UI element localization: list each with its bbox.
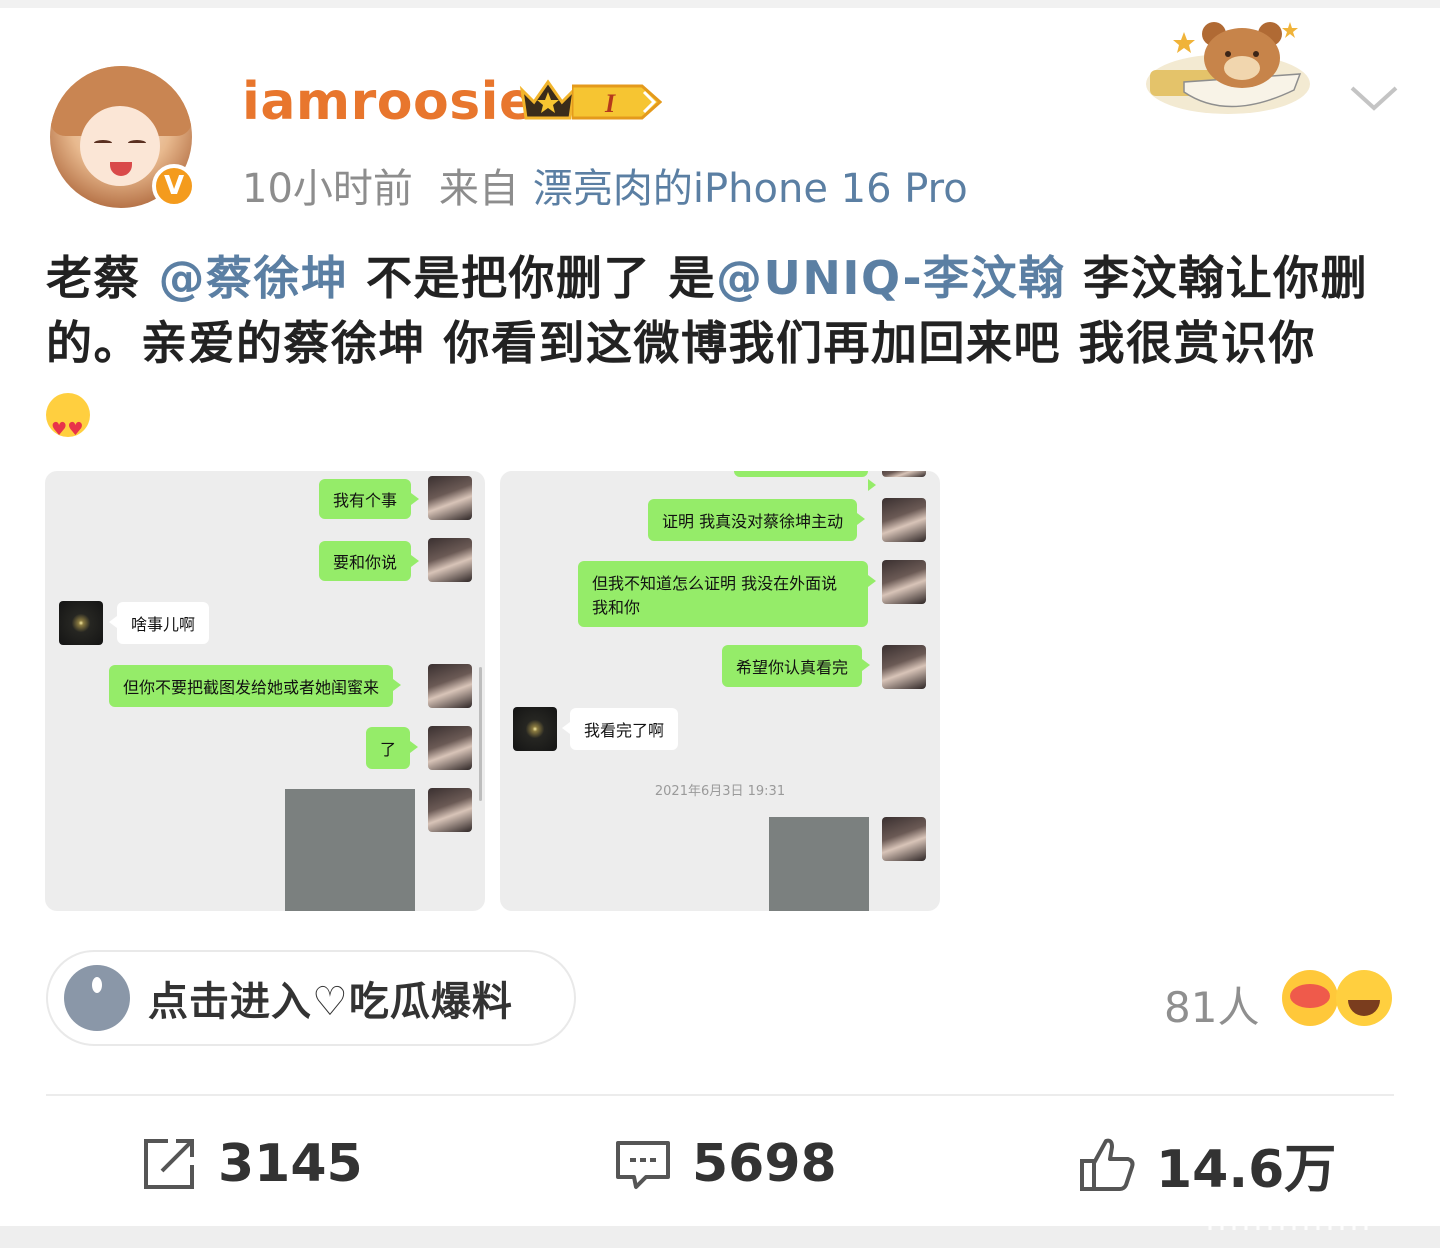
redacted-image — [769, 817, 869, 911]
top-divider — [0, 0, 1440, 8]
post-source-device[interactable]: 漂亮肉的iPhone 16 Pro — [533, 166, 968, 212]
repost-icon — [144, 1139, 194, 1189]
like-count: 14.6万 — [1156, 1139, 1337, 1200]
mention-link-2[interactable]: @UNIQ-李汶翰 — [716, 251, 1066, 305]
chat-screenshot-2[interactable]: 证明 我真没对蔡徐坤主动 但我不知道怎么证明 我没在外面说 我和你 希望你认真看… — [500, 471, 940, 911]
chat-bubble: 但你不要把截图发给她或者她闺蜜来 — [109, 665, 402, 707]
chat-avatar-self — [882, 645, 926, 689]
chat-bubble-line: 但我不知道怎么证明 我没在外面说 — [592, 574, 838, 593]
repost-button[interactable]: 3145 — [140, 1130, 363, 1198]
chat-avatar-self — [882, 817, 926, 861]
post-text-part-2: 不是把你删了 是 — [348, 251, 717, 305]
redacted-image — [285, 789, 415, 911]
chat-bubble: 我看完了啊 — [561, 708, 679, 750]
chat-avatar-self — [882, 471, 926, 477]
post-time: 10小时前 — [242, 166, 413, 212]
chat-bubble: 证明 我真没对蔡徐坤主动 — [648, 499, 866, 541]
topic-label: 点击进入♡吃瓜爆料 — [148, 979, 513, 1025]
chat-bubble: 了 — [366, 727, 419, 769]
chat-avatar-self — [428, 664, 472, 708]
chat-avatar-self — [428, 476, 472, 520]
chat-bubble: 要和你说 — [319, 541, 420, 581]
chat-avatar-other — [59, 601, 103, 645]
post-from-label: 来自 — [438, 166, 519, 212]
repost-count: 3145 — [218, 1134, 363, 1194]
post-text: 老蔡 @蔡徐坤 不是把你删了 是@UNIQ-李汶翰 李汶翰让你删的。亲爱的蔡徐坤… — [46, 246, 1406, 462]
chat-bubble-line: 我和你 — [592, 598, 641, 617]
comment-button[interactable]: 5698 — [614, 1130, 837, 1198]
teddy-bear-decoration-icon — [1146, 22, 1310, 114]
avatar-eye-left — [94, 140, 112, 146]
chat-avatar-self — [428, 788, 472, 832]
chat-bubble-multiline: 但我不知道怎么证明 我没在外面说 我和你 — [578, 561, 876, 627]
chat-bubble: 啥事儿啊 — [108, 602, 210, 644]
chat-avatar-self — [428, 538, 472, 582]
like-button[interactable]: 14.6万 — [1078, 1130, 1336, 1200]
crown-icon — [519, 79, 577, 120]
reaction-count[interactable]: 81人 — [1164, 974, 1259, 1035]
super-topic-icon — [64, 965, 130, 1031]
scrollbar — [479, 667, 482, 801]
grin-emoji-icon — [1336, 970, 1392, 1026]
heart-eyes-emoji-icon — [46, 392, 90, 462]
post-text-part-1: 老蔡 — [46, 251, 159, 305]
chevron-down-icon[interactable] — [1348, 80, 1400, 116]
watermark-lines-icon — [1208, 1208, 1368, 1230]
level-text: I — [604, 89, 616, 118]
comment-count: 5698 — [692, 1134, 837, 1194]
chat-screenshot-1[interactable]: 我有个事 要和你说 啥事儿啊 但你不要把截图发给她或者她闺蜜来 了 — [45, 471, 485, 911]
chat-avatar-self — [882, 498, 926, 542]
thumbs-up-icon — [1080, 1138, 1135, 1191]
chat-timestamp: 2021年6月3日 19:31 — [654, 784, 786, 799]
chat-bubble-partial — [734, 471, 876, 491]
verified-badge-icon: V — [152, 164, 196, 208]
username[interactable]: iamroosie — [242, 72, 535, 132]
chat-avatar-self — [428, 726, 472, 770]
post-meta: 10小时前 来自 漂亮肉的iPhone 16 Pro — [242, 156, 968, 214]
yum-emoji-icon — [1282, 970, 1338, 1026]
avatar-eye-right — [128, 140, 146, 146]
level-badge-icon: I — [572, 84, 662, 120]
topic-pill-button[interactable]: 点击进入♡吃瓜爆料 — [46, 950, 576, 1046]
chat-bubble: 希望你认真看完 — [722, 645, 871, 687]
chat-bubble: 我有个事 — [319, 479, 420, 519]
comment-icon — [616, 1141, 670, 1189]
mention-link-1[interactable]: @蔡徐坤 — [159, 251, 349, 305]
chat-avatar-self — [882, 560, 926, 604]
divider — [46, 1094, 1394, 1096]
chat-avatar-other — [513, 707, 557, 751]
